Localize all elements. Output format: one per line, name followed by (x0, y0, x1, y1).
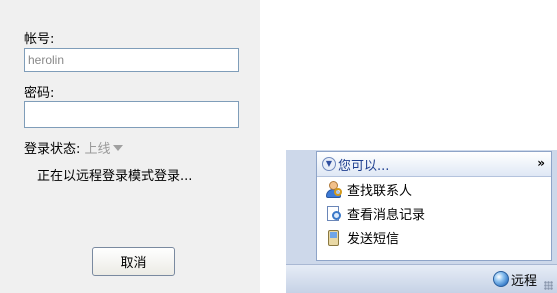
menu-header[interactable]: ▼ 您可以... » (317, 152, 551, 177)
login-status-value: 上线 (84, 142, 111, 157)
menu-item-label: 查看消息记录 (347, 207, 426, 223)
dropdown-arrow-icon (112, 145, 123, 151)
remote-mode-label: 远程 (510, 273, 537, 289)
globe-icon (492, 271, 509, 287)
message-history-icon (325, 205, 342, 222)
taskbar-strip: 远程 (286, 264, 557, 293)
find-contact-icon (325, 180, 342, 198)
login-status-label: 登录状态: (24, 142, 81, 157)
password-input[interactable] (24, 101, 239, 128)
menu-item-send-sms[interactable]: 发送短信 (317, 225, 551, 249)
login-status-row: 登录状态: 上线 (24, 138, 123, 157)
menu-item-find-contact[interactable]: 查找联系人 (317, 177, 551, 201)
cancel-button[interactable]: 取消 (92, 247, 175, 276)
account-input[interactable] (24, 48, 239, 72)
remote-mode-button[interactable]: 远程 (492, 270, 537, 289)
menu-item-label: 查找联系人 (347, 183, 413, 199)
menu-header-label: 您可以... (338, 158, 390, 174)
account-label: 帐号: (24, 32, 55, 47)
login-progress-text: 正在以远程登录模式登录... (37, 169, 193, 184)
actions-popup-menu: ▼ 您可以... » 查找联系人 查看消息记录 发送短信 (316, 151, 552, 261)
password-label: 密码: (24, 86, 55, 101)
login-panel: 帐号: 密码: 登录状态: 上线 正在以远程登录模式登录... 取消 (0, 0, 260, 293)
menu-item-label: 发送短信 (347, 231, 400, 247)
login-status-dropdown[interactable]: 上线 (85, 142, 123, 157)
menu-item-message-history[interactable]: 查看消息记录 (317, 201, 551, 225)
resize-grip-icon[interactable] (544, 281, 553, 290)
chevron-down-icon: ▼ (322, 157, 336, 171)
send-sms-icon (325, 229, 342, 246)
expand-icon[interactable]: » (537, 156, 545, 170)
